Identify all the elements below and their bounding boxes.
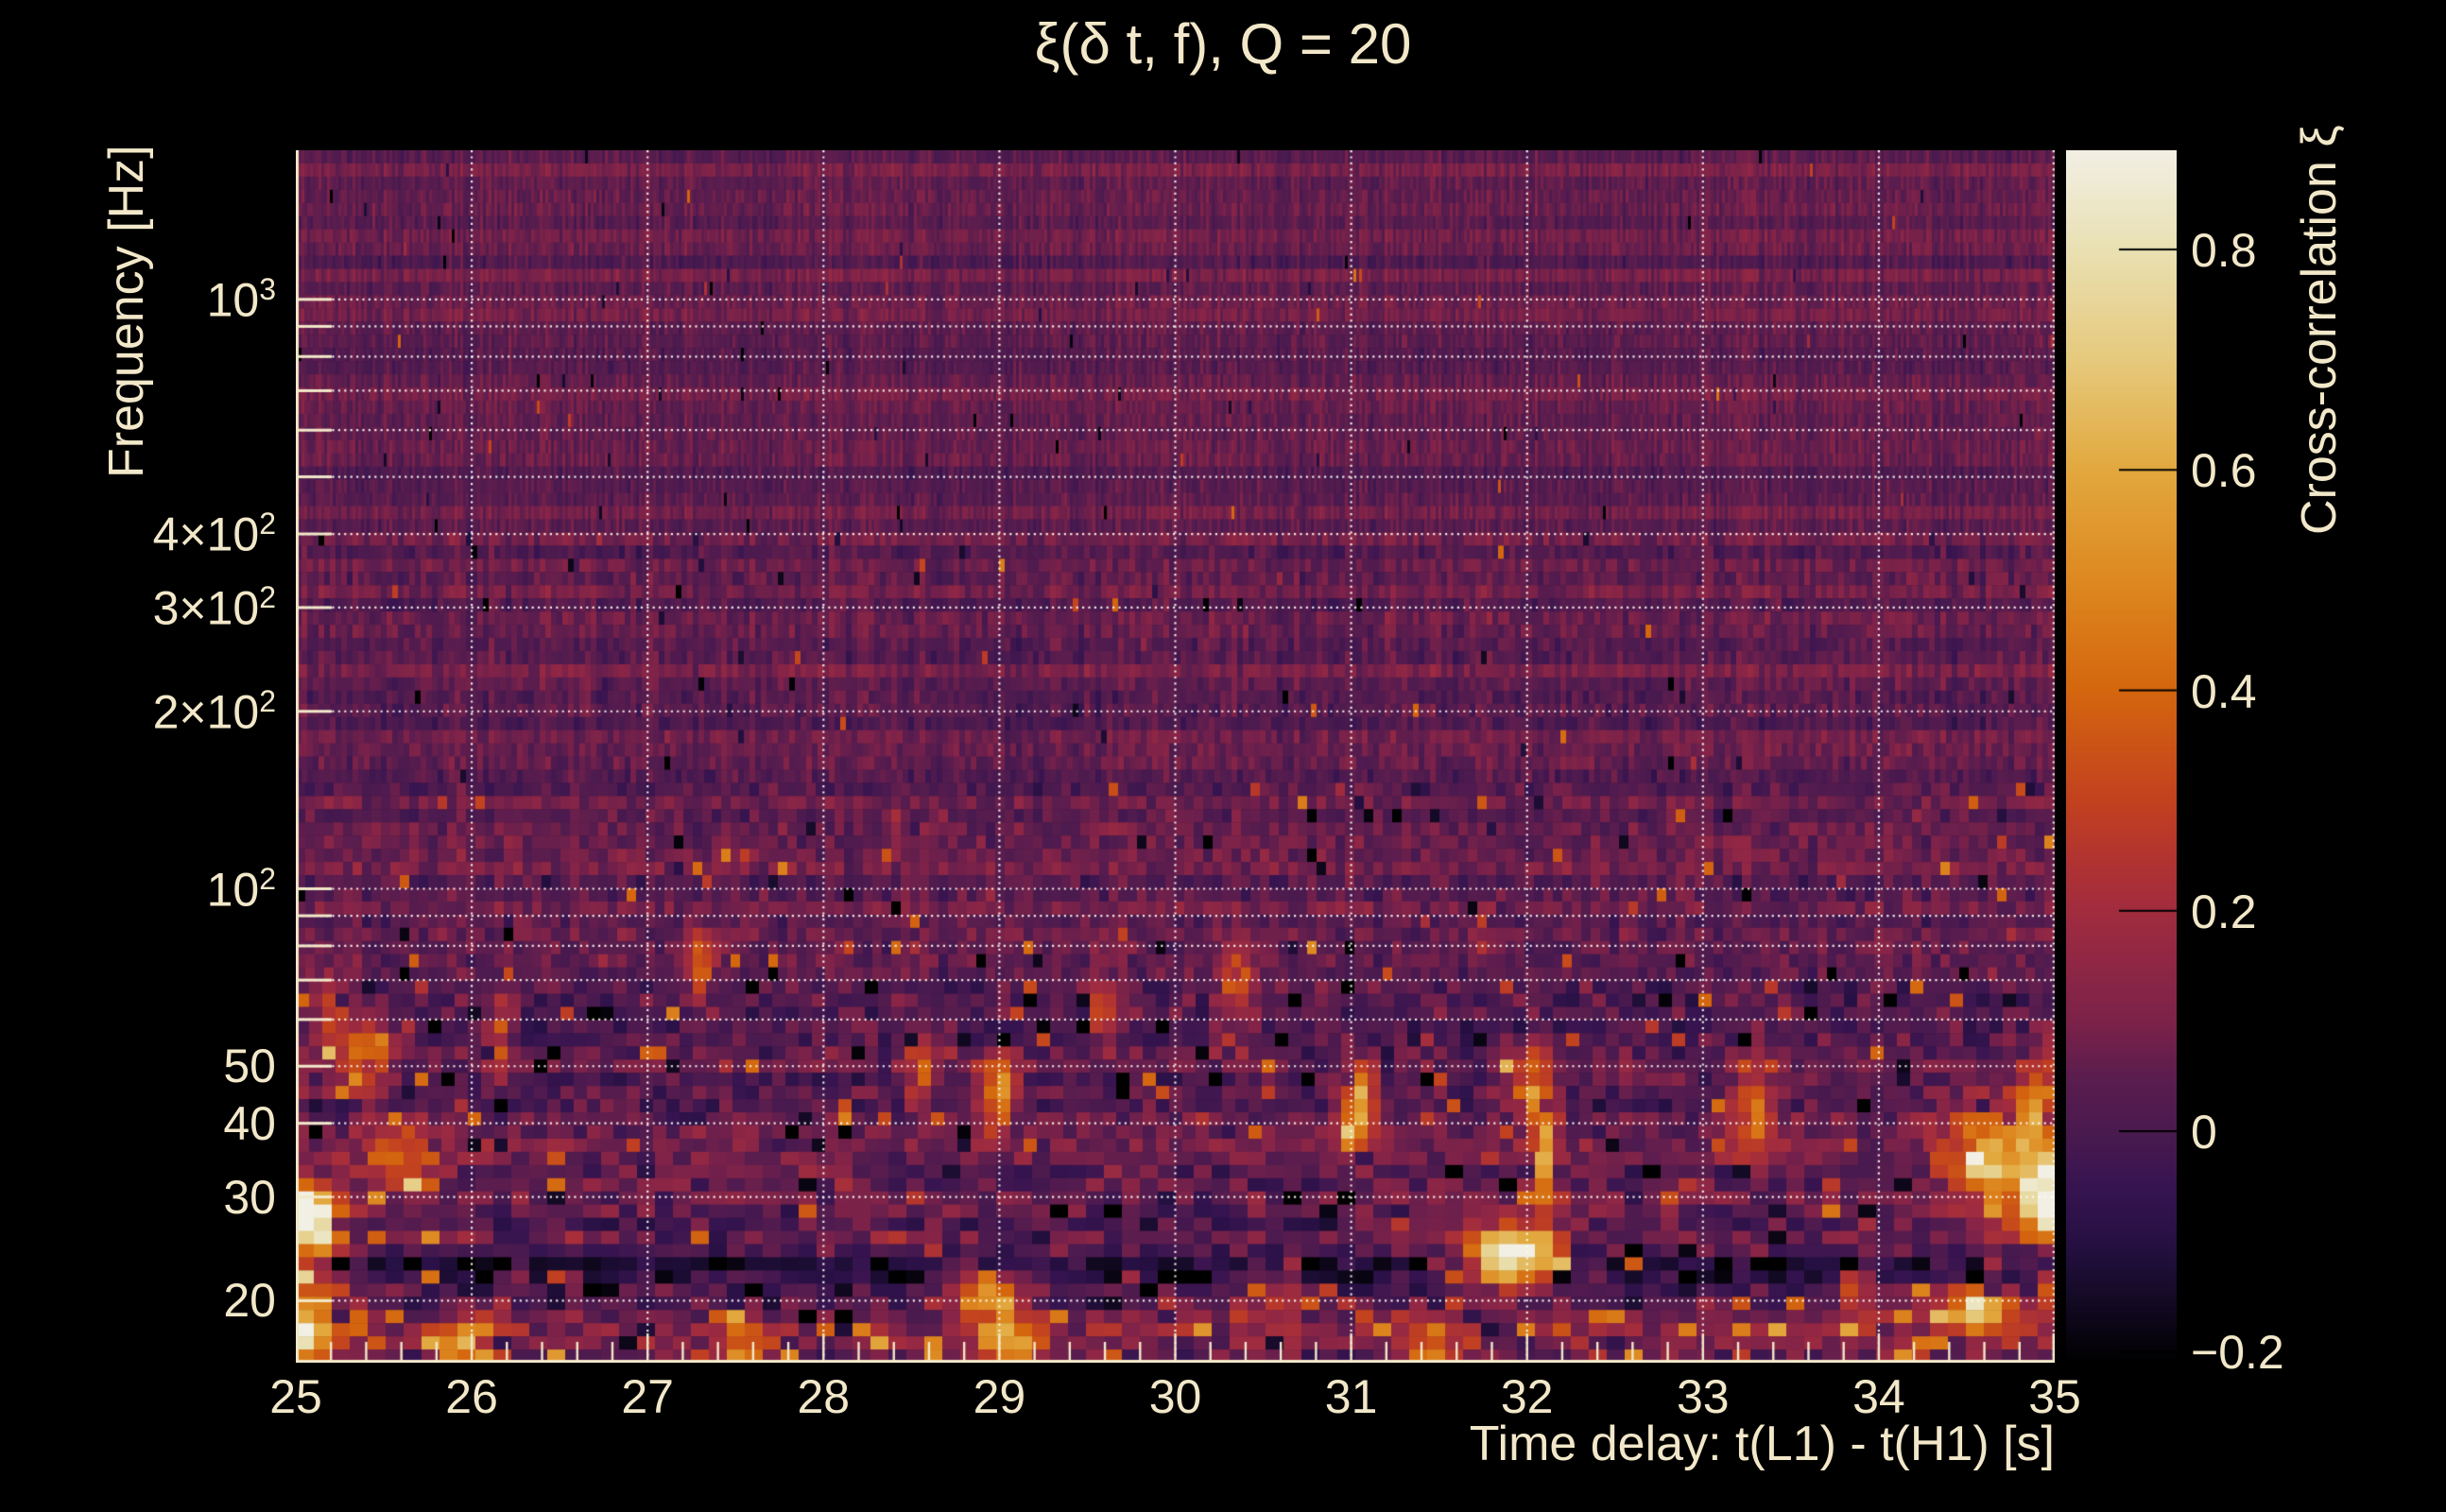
- x-tick-label: 26: [445, 1370, 498, 1423]
- y-tick-label: 20: [223, 1274, 276, 1328]
- x-tick-label: 28: [797, 1370, 851, 1423]
- y-tick-label: 2×102: [152, 683, 276, 739]
- y-tick-label: 50: [223, 1040, 276, 1093]
- colorbar-tick-label: 0.6: [2191, 444, 2257, 498]
- figure: ξ(δ t, f), Q = 20 103 4×102 3×102 2×102 102 5…: [0, 0, 2446, 1512]
- x-tick-label: 27: [621, 1370, 674, 1423]
- x-axis-title: Time delay: t(L1) - t(H1) [s]: [1469, 1417, 2055, 1471]
- y-tick-label: 40: [223, 1096, 276, 1150]
- y-tick-label: 3×102: [152, 579, 276, 635]
- heatmap-canvas: [296, 150, 2055, 1363]
- colorbar-title: Cross-correlation ξ: [2292, 125, 2347, 535]
- y-tick-label: 102: [206, 861, 276, 917]
- colorbar-tick-label: 0.8: [2191, 223, 2257, 277]
- chart-title: ξ(δ t, f), Q = 20: [1034, 12, 1412, 76]
- y-tick-label: 30: [223, 1170, 276, 1224]
- y-tick-label: 4×102: [152, 507, 276, 561]
- y-tick-label: 103: [206, 271, 276, 327]
- colorbar-tick-label: 0.4: [2191, 664, 2257, 718]
- x-tick-label: 25: [269, 1370, 322, 1423]
- x-tick-label: 29: [973, 1370, 1026, 1423]
- colorbar-tick-label: 0.2: [2191, 885, 2257, 938]
- colorbar-tick-label: −0.2: [2191, 1326, 2284, 1380]
- y-axis-title: Frequency [Hz]: [99, 145, 154, 478]
- colorbar-tick-label: 0: [2191, 1106, 2217, 1160]
- colorbar-gradient: [2066, 150, 2177, 1363]
